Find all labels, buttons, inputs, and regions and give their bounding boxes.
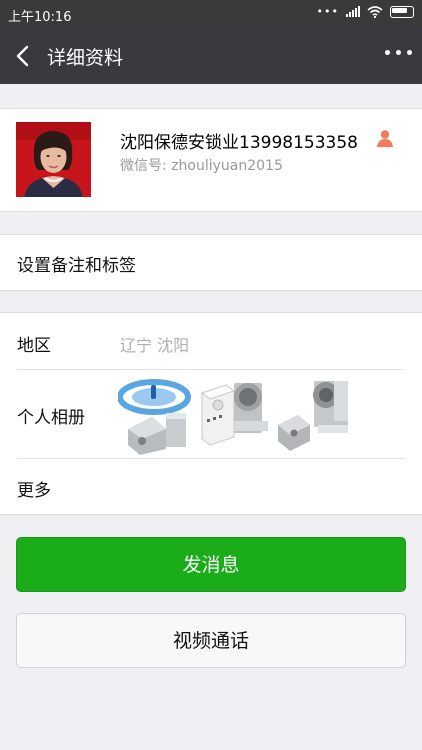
region-value: 辽宁 沈阳 bbox=[120, 336, 190, 355]
status-icons: ••• bbox=[317, 5, 414, 18]
profile-card: 沈阳保德安锁业13998153358 微信号: zhouliyuan2015 bbox=[0, 108, 422, 212]
divider bbox=[17, 369, 405, 370]
chevron-left-icon[interactable] bbox=[12, 44, 36, 68]
divider bbox=[17, 458, 405, 459]
nav-bar: 详细资料 bbox=[0, 28, 422, 84]
profile-name: 沈阳保德安锁业13998153358 bbox=[120, 133, 358, 153]
send-message-button[interactable]: 发消息 bbox=[16, 537, 406, 592]
album-thumbnail bbox=[234, 383, 268, 433]
album-thumbnail bbox=[313, 381, 348, 433]
album-thumbnail bbox=[118, 379, 191, 455]
more-label: 更多 bbox=[17, 481, 51, 501]
album-thumbnails[interactable] bbox=[118, 375, 355, 455]
info-card: 地区 辽宁 沈阳 个人相册 更多 bbox=[0, 312, 422, 515]
album-label: 个人相册 bbox=[17, 408, 85, 428]
remark-tags-label: 设置备注和标签 bbox=[17, 256, 136, 276]
avatar[interactable] bbox=[16, 122, 91, 197]
wechat-id: 微信号: zhouliyuan2015 bbox=[120, 158, 283, 174]
person-icon bbox=[377, 130, 393, 147]
more-dots-icon[interactable] bbox=[385, 50, 412, 55]
video-call-button[interactable]: 视频通话 bbox=[16, 613, 406, 668]
battery-icon bbox=[390, 5, 414, 18]
wifi-icon bbox=[367, 5, 383, 18]
notification-dots-icon: ••• bbox=[316, 5, 339, 18]
remark-tags-row[interactable]: 设置备注和标签 bbox=[0, 234, 422, 291]
page-title: 详细资料 bbox=[47, 47, 124, 69]
signal-icon bbox=[346, 6, 360, 17]
region-label: 地区 bbox=[17, 336, 51, 356]
status-time: 上午10:16 bbox=[8, 10, 72, 25]
status-bar: 上午10:16 ••• bbox=[0, 0, 422, 28]
